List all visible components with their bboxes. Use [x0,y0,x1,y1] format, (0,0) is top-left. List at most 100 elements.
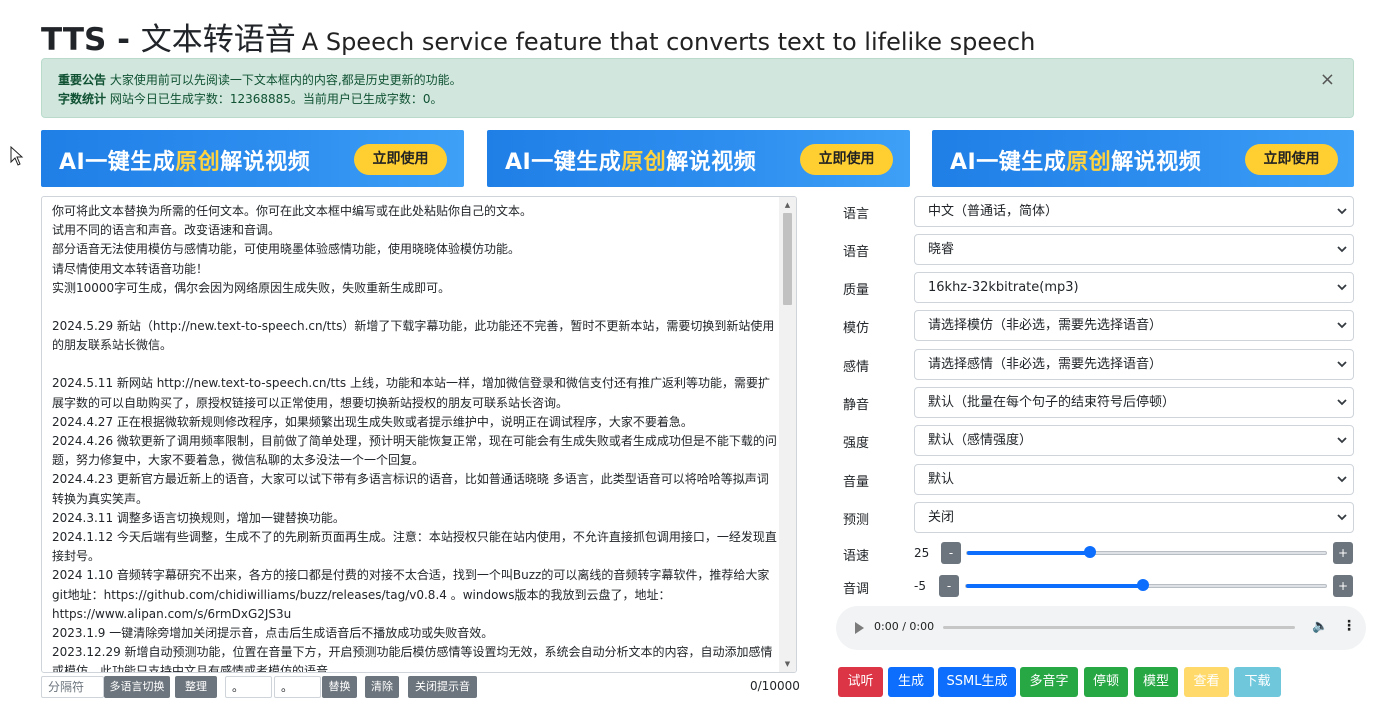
select-value: 默认（批量在每个句子的结束符号后停顿） [928,395,1176,410]
stats-line: 字数统计 网站今日已生成字数：12368885。当前用户已生成字数：0。 [58,90,1337,109]
mute-prompt-button[interactable]: 关闭提示音 [408,676,477,698]
close-icon[interactable]: × [1320,71,1335,89]
chevron-down-icon [1337,322,1347,329]
replace-button[interactable]: 替换 [322,676,357,698]
ad-banner-1[interactable]: AI一键生成原创解说视频 立即使用 [41,130,464,187]
ad-banner-3[interactable]: AI一键生成原创解说视频 立即使用 [932,130,1354,187]
play-icon[interactable] [855,622,864,634]
banner-use-button[interactable]: 立即使用 [354,144,447,175]
action-button[interactable]: SSML生成 [938,667,1016,697]
text-content[interactable]: 你可将此文本替换为所需的任何文本。你可在此文本框中编写或在此处粘贴你自己的文本。… [52,202,778,672]
setting-label: 静音 [843,398,870,413]
pitch-plus-button[interactable]: + [1333,575,1353,597]
speed-knob[interactable] [1083,546,1096,558]
text-line: 实测10000字可生成，偶尔会因为网络原因生成失败，失败重新生成即可。 [52,280,451,295]
action-button[interactable]: 模型 [1134,667,1178,697]
setting-select[interactable]: 16khz-32kbitrate(mp3) [914,272,1354,303]
speed-slider[interactable] [966,546,1327,558]
text-line: 2024.4.26 微软更新了调用频率限制，目前做了简单处理，预计明天能恢复正常… [52,434,777,468]
setting-select[interactable]: 请选择感情（非必选，需要先选择语音） [914,349,1354,380]
setting-select[interactable]: 默认（批量在每个句子的结束符号后停顿） [914,387,1354,418]
speed-minus-button[interactable]: - [941,542,961,564]
chevron-down-icon [1337,361,1347,368]
pitch-knob[interactable] [1137,579,1150,591]
action-button[interactable]: 查看 [1184,667,1229,697]
separator-input[interactable]: 分隔符 [41,676,104,698]
setting-label: 预测 [843,513,870,528]
setting-label: 质量 [843,283,870,298]
scroll-thumb[interactable] [783,213,792,305]
notice-line: 重要公告 大家使用前可以先阅读一下文本框内的内容,都是历史更新的功能。 [58,71,1337,90]
banner-use-button[interactable]: 立即使用 [800,144,893,175]
chevron-down-icon [1337,437,1347,444]
setting-label: 语言 [843,207,870,222]
replace-input[interactable]: 。 [274,676,321,698]
textarea-scrollbar[interactable]: ▲ ▼ [779,197,796,672]
setting-select[interactable]: 默认 [914,464,1354,495]
text-line: 试用不同的语言和声音。改变语速和音调。 [52,223,281,238]
pitch-fill [966,584,1144,588]
title-main: TTS - [41,22,141,58]
banner-use-button[interactable]: 立即使用 [1245,144,1338,175]
setting-select[interactable]: 关闭 [914,502,1354,533]
select-value: 16khz-32kbitrate(mp3) [928,280,1079,295]
stats-text: 网站今日已生成字数：12368885。当前用户已生成字数：0。 [109,92,443,106]
stats-label: 字数统计 [58,92,107,106]
setting-label: 感情 [843,360,870,375]
chevron-down-icon [1337,208,1347,215]
organize-button[interactable]: 整理 [175,676,217,698]
pitch-label: 音调 [843,582,870,597]
text-line [52,355,778,374]
multilang-switch-button[interactable]: 多语言切换 [104,676,170,698]
title-subtitle: A Speech service feature that converts t… [301,28,1036,56]
setting-label: 强度 [843,436,870,451]
banner-text: AI一键生成原创解说视频 [950,150,1202,175]
select-value: 晓睿 [928,242,955,257]
text-line: 部分语音无法使用模仿与感情功能，可使用晓墨体验感情功能，使用晓晓体验模仿功能。 [52,242,521,257]
speed-fill [967,551,1090,555]
select-value: 默认 [928,472,955,487]
notice-text: 大家使用前可以先阅读一下文本框内的内容,都是历史更新的功能。 [109,73,462,87]
more-options-icon[interactable]: ⋮ [1342,618,1356,634]
audio-progress[interactable] [943,626,1295,629]
action-button[interactable]: 停顿 [1084,667,1128,697]
speed-label: 语速 [843,549,870,564]
text-line: 2024 1.10 音频转字幕研究不出来，各方的接口都是付费的对接不太合适，找到… [52,568,770,621]
text-line [52,298,778,317]
mouse-cursor-icon [10,146,24,166]
text-line: 2023.1.9 一键清除旁增加关闭提示音，点击后生成语音后不播放成功或失败音效… [52,626,494,641]
select-value: 请选择感情（非必选，需要先选择语音） [928,357,1163,372]
text-line: 2024.5.11 新网站 http://new.text-to-speech.… [52,376,770,410]
clear-button[interactable]: 清除 [365,676,399,698]
text-line: 2024.1.12 今天后端有些调整，生成不了的先刷新页面再生成。注意：本站授权… [52,530,777,564]
text-line: 2024.4.27 正在根据微软新规则修改程序，如果频繁出现生成失败或者提示维护… [52,414,693,429]
speed-plus-button[interactable]: + [1333,542,1353,564]
audio-time: 0:00 / 0:00 [874,620,935,633]
volume-icon[interactable]: 🔈 [1312,619,1328,634]
action-button[interactable]: 多音字 [1020,667,1078,697]
char-counter: 0/10000 [750,679,800,693]
ad-banner-2[interactable]: AI一键生成原创解说视频 立即使用 [487,130,910,187]
find-input[interactable]: 。 [225,676,272,698]
announcement-alert: 重要公告 大家使用前可以先阅读一下文本框内的内容,都是历史更新的功能。 字数统计… [41,58,1354,118]
action-button[interactable]: 下载 [1234,667,1281,697]
action-button[interactable]: 生成 [888,667,934,697]
scroll-down-icon[interactable]: ▼ [783,659,792,669]
pitch-value: -5 [914,579,926,593]
setting-select[interactable]: 默认（感情强度） [914,425,1354,456]
text-line: 2024.5.29 新站（http://new.text-to-speech.c… [52,319,775,353]
chevron-down-icon [1337,476,1347,483]
audio-player[interactable]: 0:00 / 0:00 🔈 ⋮ [836,606,1366,650]
action-button[interactable]: 试听 [838,667,883,697]
scroll-up-icon[interactable]: ▲ [783,200,792,210]
title-cn: 文本转语音 [140,22,296,58]
text-line: 请尽情使用文本转语音功能！ [52,261,209,276]
chevron-down-icon [1337,399,1347,406]
setting-label: 语音 [843,245,870,260]
text-input-area[interactable]: 你可将此文本替换为所需的任何文本。你可在此文本框中编写或在此处粘贴你自己的文本。… [41,196,797,673]
pitch-slider[interactable] [965,579,1327,591]
setting-select[interactable]: 晓睿 [914,234,1354,265]
pitch-minus-button[interactable]: - [939,575,959,597]
setting-select[interactable]: 中文（普通话，简体） [914,196,1354,227]
setting-select[interactable]: 请选择模仿（非必选，需要先选择语音） [914,310,1354,341]
